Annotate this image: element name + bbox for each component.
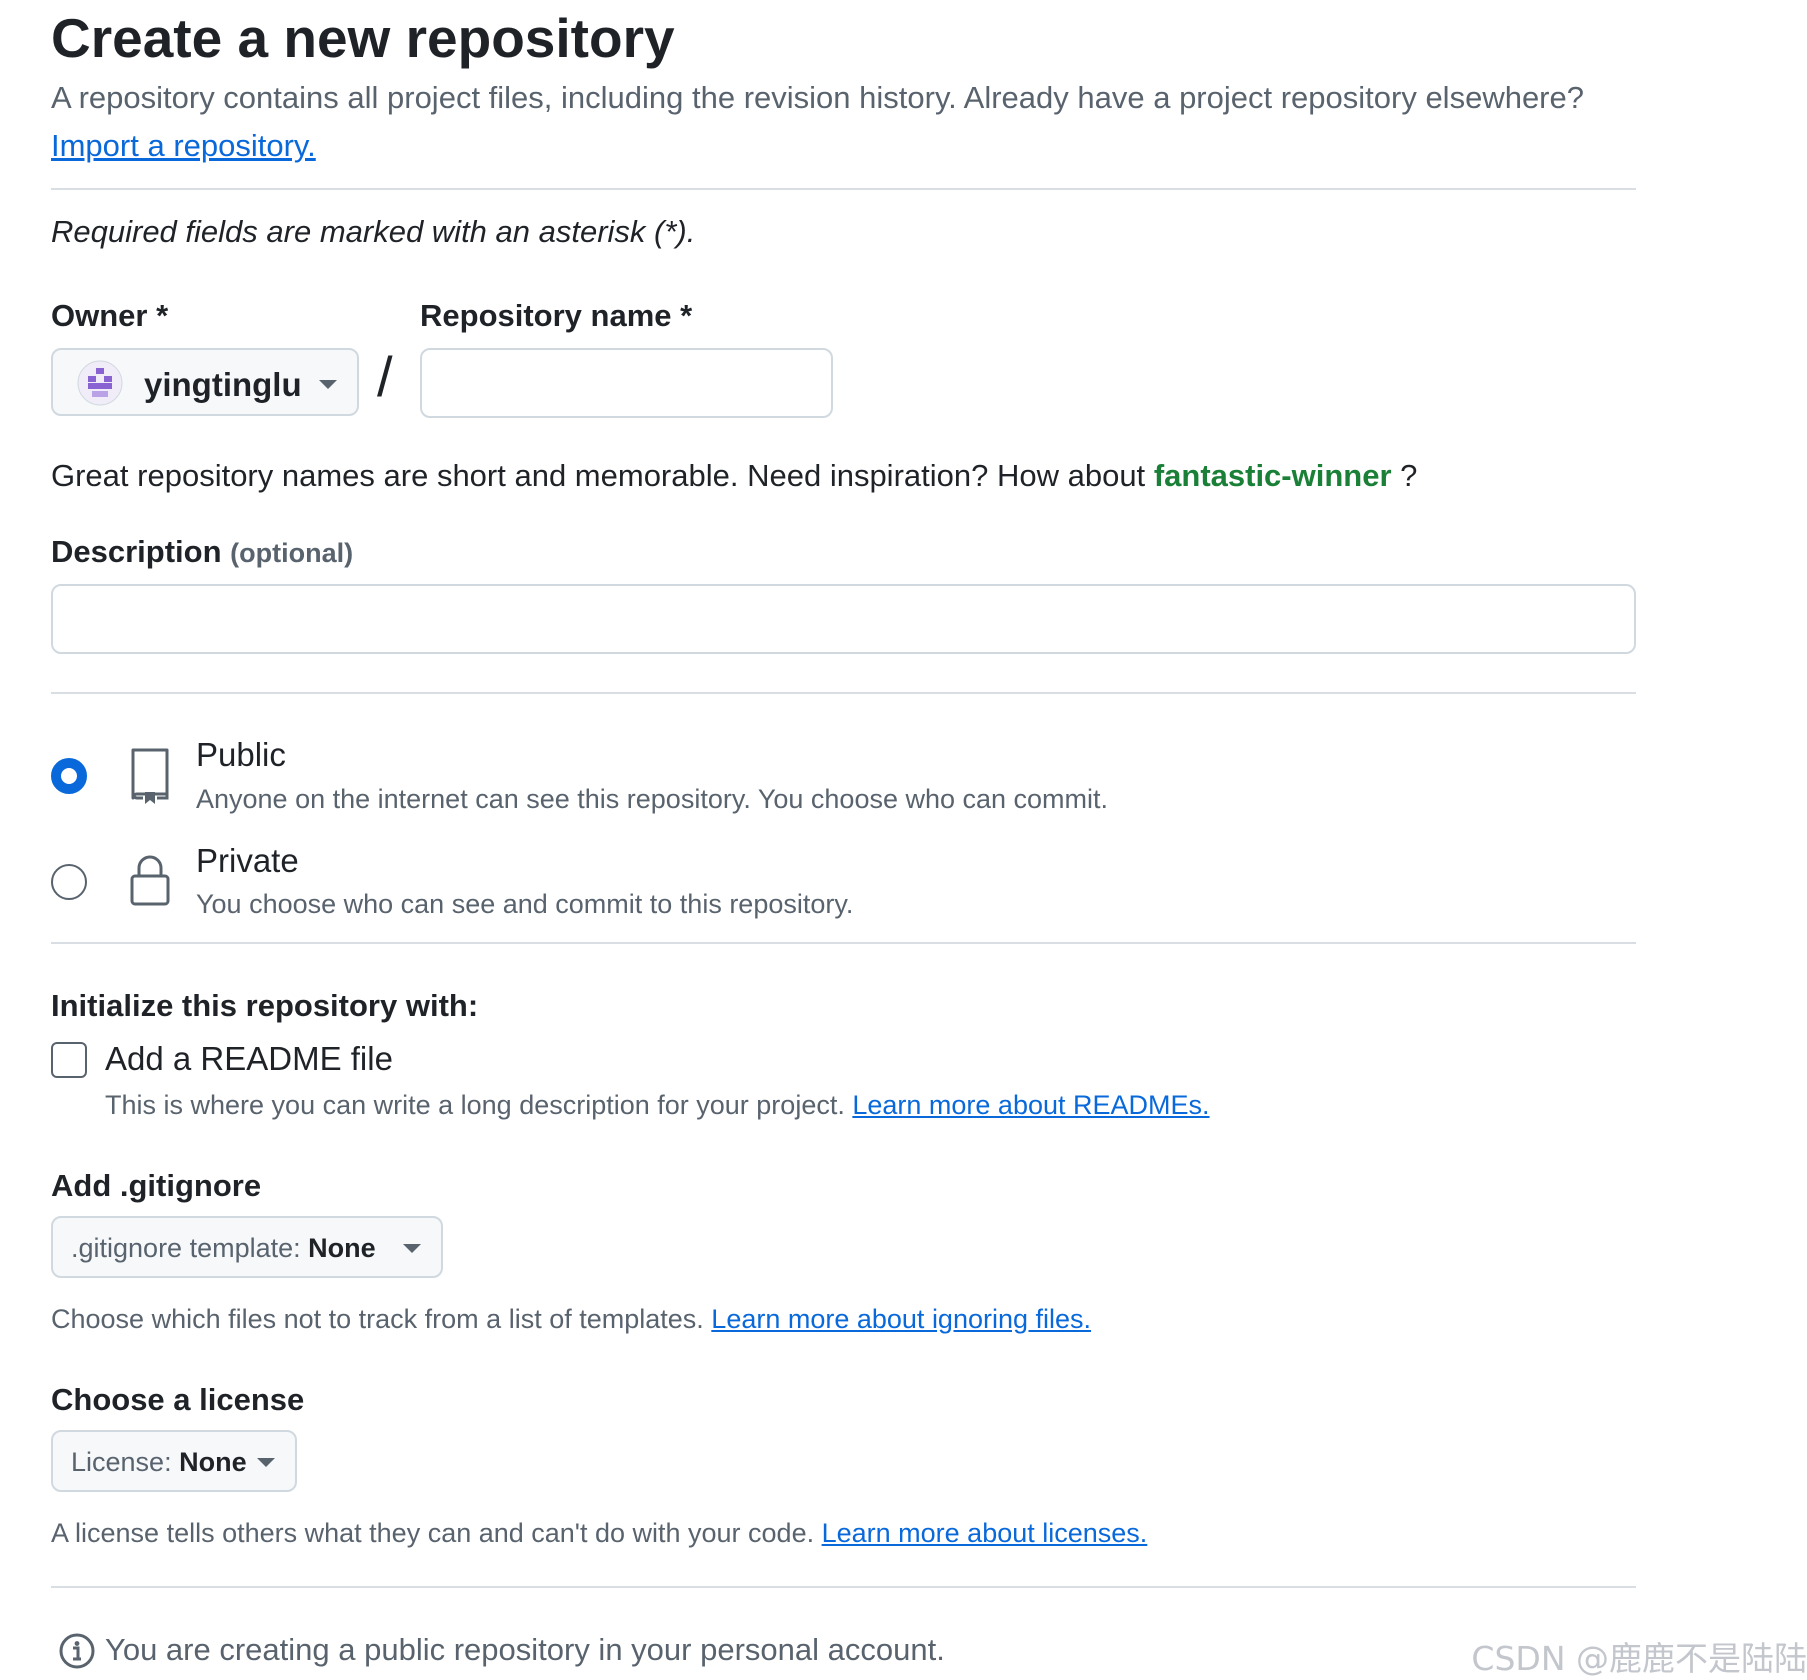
license-learn-more-link[interactable]: Learn more about licenses. (822, 1518, 1148, 1548)
initialize-section-title: Initialize this repository with: (51, 988, 479, 1023)
license-button-value: None (179, 1447, 247, 1477)
readme-desc-text: This is where you can write a long descr… (105, 1090, 845, 1120)
add-readme-checkbox[interactable] (51, 1042, 87, 1078)
repository-name-input[interactable] (420, 348, 833, 418)
watermark: CSDN @鹿鹿不是陆陆 (1471, 1639, 1807, 1678)
private-radio[interactable] (51, 864, 87, 900)
license-desc-text: A license tells others what they can and… (51, 1518, 815, 1548)
gitignore-desc-text: Choose which files not to track from a l… (51, 1304, 704, 1334)
readme-learn-more-link[interactable]: Learn more about READMEs. (852, 1090, 1209, 1120)
private-option-description: You choose who can see and commit to thi… (196, 889, 854, 919)
gitignore-button-value: None (308, 1233, 376, 1263)
public-repo-info: You are creating a public repository in … (105, 1632, 945, 1667)
suggested-name[interactable]: fantastic-winner (1154, 458, 1392, 493)
description-label: Description (optional) (51, 534, 353, 570)
info-icon (59, 1633, 95, 1669)
gitignore-button-text: .gitignore template: None (71, 1233, 376, 1264)
public-option-description: Anyone on the internet can see this repo… (196, 784, 1109, 814)
required-fields-note: Required fields are marked with an aster… (51, 214, 696, 249)
public-option-title: Public (196, 736, 286, 773)
description-label-text: Description (51, 534, 222, 569)
repo-name-label: Repository name * (420, 298, 693, 333)
divider (51, 692, 1636, 694)
owner-name: yingtinglu (144, 366, 302, 403)
divider (51, 1586, 1636, 1588)
optional-tag: (optional) (230, 538, 354, 568)
hint-text: Great repository names are short and mem… (51, 458, 1146, 493)
import-repository-link[interactable]: Import a repository. (51, 128, 316, 164)
chevron-down-icon (319, 380, 337, 389)
name-suggestion-hint: Great repository names are short and mem… (51, 458, 1417, 494)
public-radio[interactable] (51, 758, 87, 794)
page-lede: A repository contains all project files,… (51, 80, 1584, 115)
gitignore-template-button[interactable]: .gitignore template: None (51, 1216, 443, 1278)
license-description: A license tells others what they can and… (51, 1518, 1147, 1549)
gitignore-section-title: Add .gitignore (51, 1168, 262, 1203)
owner-repo-separator: / (377, 345, 393, 408)
license-section-title: Choose a license (51, 1382, 305, 1417)
gitignore-button-label: .gitignore template: (71, 1233, 301, 1263)
page-title: Create a new repository (51, 7, 675, 69)
license-button[interactable]: License: None (51, 1430, 297, 1492)
owner-select-button[interactable]: yingtinglu (51, 348, 359, 416)
chevron-down-icon (403, 1244, 421, 1253)
hint-suffix: ? (1400, 458, 1418, 493)
private-option-title: Private (196, 842, 299, 879)
chevron-down-icon (257, 1458, 275, 1467)
divider (51, 188, 1636, 190)
license-button-text: License: None (71, 1447, 247, 1478)
gitignore-description: Choose which files not to track from a l… (51, 1304, 1091, 1335)
lock-icon (130, 855, 170, 906)
avatar (77, 360, 123, 406)
owner-label: Owner * (51, 298, 169, 333)
repo-icon (131, 748, 169, 804)
readme-description: This is where you can write a long descr… (105, 1090, 1210, 1121)
description-input[interactable] (51, 584, 1636, 654)
add-readme-label[interactable]: Add a README file (105, 1040, 393, 1078)
divider (51, 942, 1636, 944)
gitignore-learn-more-link[interactable]: Learn more about ignoring files. (711, 1304, 1091, 1334)
license-button-label: License: (71, 1447, 172, 1477)
